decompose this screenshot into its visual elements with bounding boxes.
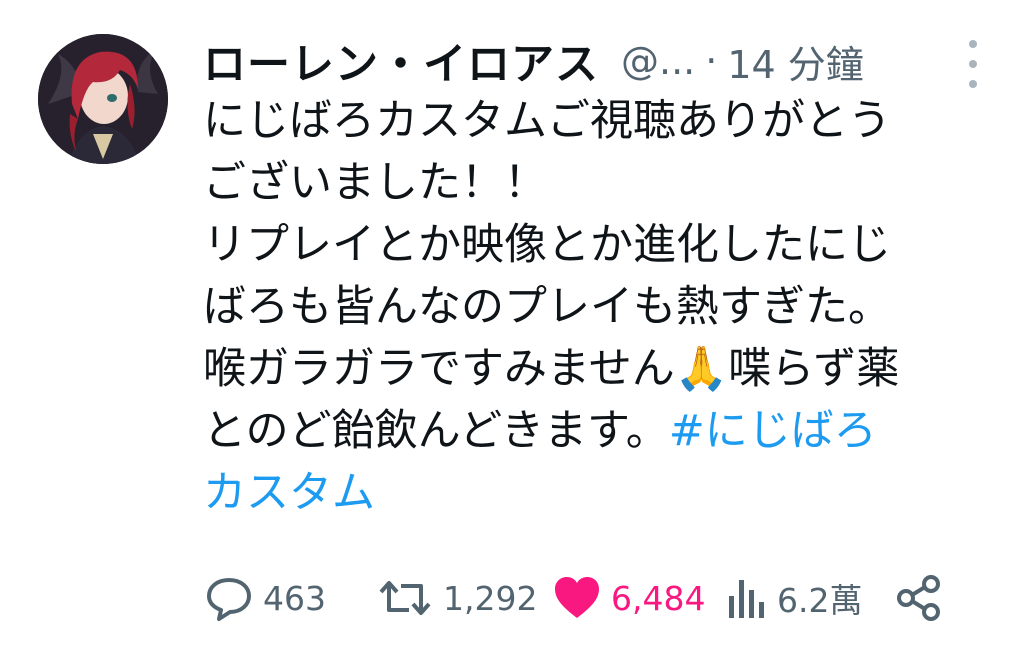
tweet-text-segment: とのど飴飲んどきます。 [203, 406, 669, 456]
retweet-button[interactable]: 1,292 [375, 568, 537, 628]
hashtag-link-continuation[interactable]: カスタム [203, 462, 983, 524]
views-button[interactable]: 6.2萬 [725, 568, 862, 628]
like-button[interactable]: 6,484 [551, 568, 705, 628]
tweet-text-line: 喉ガラガラですみません🙏喋らず薬 [203, 344, 900, 394]
tweet-text-line: リプレイとか映像とか進化したにじ [203, 220, 891, 270]
timestamp[interactable]: 14 分鐘 [727, 34, 863, 89]
views-count: 6.2萬 [777, 581, 863, 620]
tweet-text-line: ばろも皆んなのプレイも熱すぎた。 [203, 282, 891, 332]
avatar[interactable] [38, 34, 168, 164]
tweet-text-line: にじばろカスタムご視聴ありがとう [203, 96, 891, 146]
retweet-count: 1,292 [443, 578, 538, 618]
avatar-image [38, 34, 168, 164]
action-bar: 463 1,292 6,484 6.2萬 [203, 568, 963, 628]
share-button[interactable] [893, 568, 945, 628]
tweet-text-line: ございました！！ [203, 158, 547, 208]
more-vertical-icon[interactable] [963, 34, 983, 94]
hashtag-link[interactable]: #にじばろ [669, 406, 877, 456]
user-handle[interactable]: @... [621, 39, 695, 83]
retweet-icon [379, 581, 431, 615]
speech-bubble-icon [207, 578, 251, 621]
like-count: 6,484 [611, 578, 706, 618]
share-icon [897, 575, 940, 621]
reply-count: 463 [263, 578, 326, 618]
reply-button[interactable]: 463 [203, 568, 326, 628]
tweet-header: ローレン・イロアス @... · 14 分鐘 [203, 26, 983, 96]
tweet-text: にじばろカスタムご視聴ありがとう ございました！！ リプレイとか映像とか進化した… [203, 90, 983, 524]
heart-icon [555, 577, 599, 618]
separator-dot: · [705, 39, 718, 83]
display-name[interactable]: ローレン・イロアス [203, 30, 599, 92]
tweet-text-line-with-hashtag: とのど飴飲んどきます。#にじばろ [203, 400, 983, 462]
bar-chart-icon [729, 580, 764, 618]
